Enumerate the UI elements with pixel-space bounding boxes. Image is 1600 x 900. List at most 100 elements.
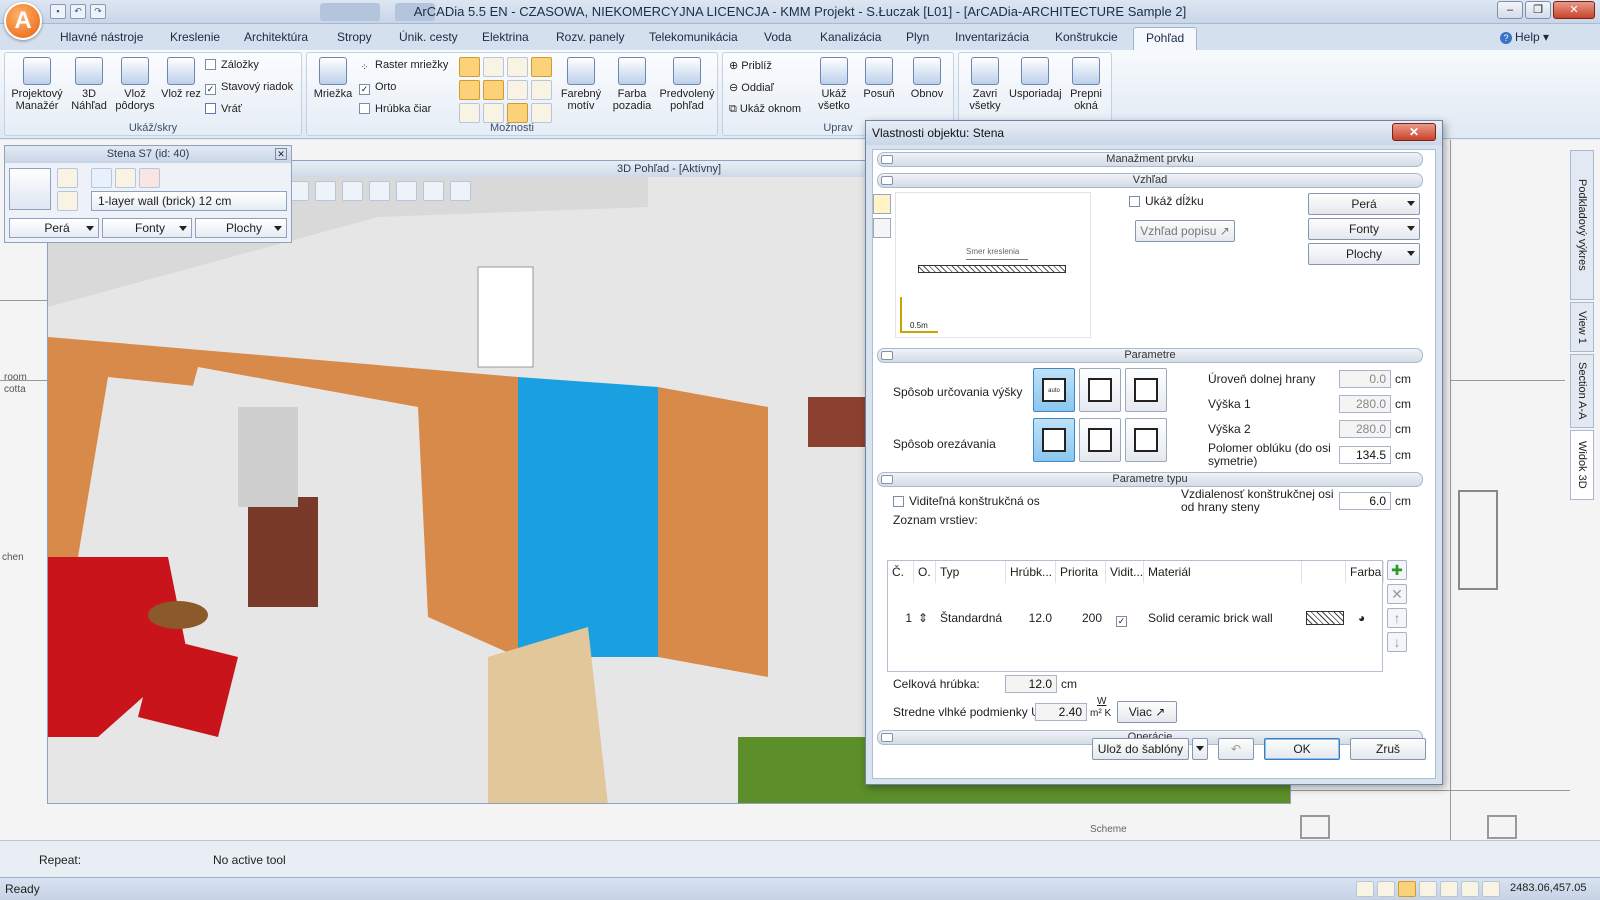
plochy-button[interactable]: Plochy	[1308, 243, 1420, 265]
plochy-dropdown[interactable]: Plochy	[195, 218, 287, 238]
snap-none-tool[interactable]	[531, 103, 552, 123]
table-header[interactable]: Materiál	[1144, 561, 1302, 583]
edit-icon[interactable]	[57, 168, 78, 188]
side-tab-section[interactable]: Section A-A	[1570, 354, 1594, 428]
view-tool-5[interactable]	[396, 181, 417, 201]
ukaz-vsetko-button[interactable]: Ukáž všetko	[813, 57, 855, 112]
move-up-icon[interactable]	[91, 168, 112, 188]
snap-extension-tool[interactable]	[483, 103, 504, 123]
zavri-vsetky-button[interactable]: Zavri všetky	[963, 57, 1007, 112]
tab-architektura[interactable]: Architektúra	[244, 30, 308, 44]
vloz-rez-button[interactable]: Vlož rez	[161, 57, 201, 100]
dialog-close-button[interactable]: ✕	[1392, 123, 1436, 141]
tab-konstrukcie[interactable]: Konštrukcie	[1055, 30, 1118, 44]
move-layer-down-button[interactable]: ↓	[1387, 632, 1407, 652]
section-manazment[interactable]: Manažment prvku	[877, 152, 1423, 167]
vzhlad-popisu-button[interactable]: Vzhľad popisu ↗	[1135, 220, 1235, 242]
polomer-input[interactable]: 134.5	[1339, 446, 1391, 464]
hatch-pattern[interactable]	[1306, 611, 1344, 625]
app-logo[interactable]: A	[4, 2, 42, 40]
uroven-input[interactable]: 0.0	[1339, 370, 1391, 388]
add-layer-button[interactable]: ✚	[1387, 560, 1407, 580]
tab-kreslenie[interactable]: Kreslenie	[170, 30, 220, 44]
obnov-button[interactable]: Obnov	[905, 57, 949, 100]
view-tool-4[interactable]	[369, 181, 390, 201]
zalozky-checkbox[interactable]: Záložky	[205, 59, 259, 71]
table-header[interactable]: Vidit...	[1106, 561, 1144, 583]
view-tool-3[interactable]	[342, 181, 363, 201]
tab-rozv[interactable]: Rozv. panely	[556, 30, 624, 44]
predvoleny-pohlad-button[interactable]: Predvolený pohľad	[657, 57, 717, 112]
height-auto-option[interactable]: auto	[1033, 368, 1075, 412]
status-grid-icon[interactable]	[1419, 881, 1437, 897]
section-parametre-typu[interactable]: Parametre typu	[877, 472, 1423, 487]
snap-nearest-tool[interactable]	[531, 80, 552, 100]
pera-dropdown[interactable]: Perá	[9, 218, 99, 238]
table-row[interactable]: 1 ⇕ Štandardná 12.0 200 ✓ Solid ceramic …	[888, 584, 1382, 627]
usporiadaj-button[interactable]: Usporiadaj	[1009, 57, 1062, 100]
ukaz-oknom-button[interactable]: ⧉ Ukáž oknom	[729, 103, 801, 116]
snap-node-tool[interactable]	[507, 103, 528, 123]
view-tool-3d[interactable]	[450, 181, 471, 201]
cell-visible-checkbox[interactable]: ✓	[1116, 607, 1136, 629]
vloz-podorys-button[interactable]: Vlož pôdorys	[112, 57, 158, 112]
status-lineweight-icon[interactable]	[1482, 881, 1500, 897]
table-header[interactable]: O.	[914, 561, 936, 583]
viac-button[interactable]: Viac ↗	[1117, 701, 1177, 723]
trim-option-2[interactable]	[1079, 418, 1121, 462]
height-fixed-option[interactable]	[1079, 368, 1121, 412]
tab-pohlad[interactable]: Pohľad	[1133, 27, 1198, 50]
pribliz-button[interactable]: ⊕ Priblíž	[729, 59, 772, 72]
table-header[interactable]: Farba	[1346, 561, 1384, 583]
fonty-button[interactable]: Fonty	[1308, 218, 1420, 240]
status-polar-icon[interactable]	[1461, 881, 1479, 897]
table-header[interactable]	[1302, 561, 1346, 583]
snap-center-tool[interactable]	[483, 57, 504, 77]
snap-endpoint-tool[interactable]	[459, 57, 480, 77]
delete-icon[interactable]	[139, 168, 160, 188]
remove-layer-button[interactable]: ✕	[1387, 584, 1407, 604]
raster-button[interactable]: ⁘ Raster mriežky	[359, 59, 449, 74]
uloz-dropdown-button[interactable]	[1192, 738, 1208, 760]
height-sloped-option[interactable]	[1125, 368, 1167, 412]
orto-checkbox[interactable]: ✓ Orto	[359, 81, 396, 95]
posun-button[interactable]: Posuň	[859, 57, 899, 100]
snap-quadrant-tool[interactable]	[507, 57, 528, 77]
mriezka-button[interactable]: Mriežka	[311, 57, 355, 100]
color-picker-icon[interactable]: ◕	[1358, 607, 1374, 629]
farba-pozadia-button[interactable]: Farba pozadia	[609, 57, 655, 112]
snap-midpoint-tool[interactable]	[459, 103, 480, 123]
ok-button[interactable]: OK	[1264, 738, 1340, 760]
uloz-do-sablony-button[interactable]: Ulož do šablóny	[1092, 738, 1189, 760]
edit-2-icon[interactable]	[57, 191, 78, 211]
wall-type-select[interactable]: 1-layer wall (brick) 12 cm	[91, 191, 287, 211]
snap-parallel-tool[interactable]	[507, 80, 528, 100]
projektovy-manazer-button[interactable]: Projektový Manažér	[9, 57, 65, 112]
vrat-button[interactable]: Vráť	[205, 103, 242, 115]
copy-icon[interactable]	[115, 168, 136, 188]
section-parametre[interactable]: Parametre	[877, 348, 1423, 363]
status-icon-1[interactable]	[1356, 881, 1374, 897]
minimize-button[interactable]: –	[1497, 1, 1523, 19]
section-vzhlad[interactable]: Vzhľad	[877, 173, 1423, 188]
status-snap-icon[interactable]	[1398, 881, 1416, 897]
side-tab-2-icon[interactable]	[873, 218, 891, 238]
view-tool-6[interactable]	[423, 181, 444, 201]
fonty-dropdown[interactable]: Fonty	[102, 218, 192, 238]
tab-kanalizacia[interactable]: Kanalizácia	[820, 30, 881, 44]
status-ortho-icon[interactable]	[1440, 881, 1458, 897]
panel-close-icon[interactable]: ✕	[275, 148, 287, 160]
tab-unik[interactable]: Únik. cesty	[399, 30, 458, 44]
side-tab-podkladovy[interactable]: Podkladový výkres	[1570, 150, 1594, 300]
hrubka-checkbox[interactable]: Hrúbka čiar	[359, 103, 431, 115]
object-properties-button[interactable]	[9, 168, 51, 210]
side-tab-widok3d[interactable]: Widok 3D	[1570, 430, 1594, 500]
vyska2-input[interactable]: 280.0	[1339, 420, 1391, 438]
status-icon-3d[interactable]	[1377, 881, 1395, 897]
table-header[interactable]: Typ	[936, 561, 1006, 583]
tab-plyn[interactable]: Plyn	[906, 30, 929, 44]
undo-button[interactable]: ↶	[1218, 738, 1254, 760]
trim-option-3[interactable]	[1125, 418, 1167, 462]
table-header[interactable]: Priorita	[1056, 561, 1106, 583]
side-tab-view1[interactable]: View 1	[1570, 302, 1594, 352]
